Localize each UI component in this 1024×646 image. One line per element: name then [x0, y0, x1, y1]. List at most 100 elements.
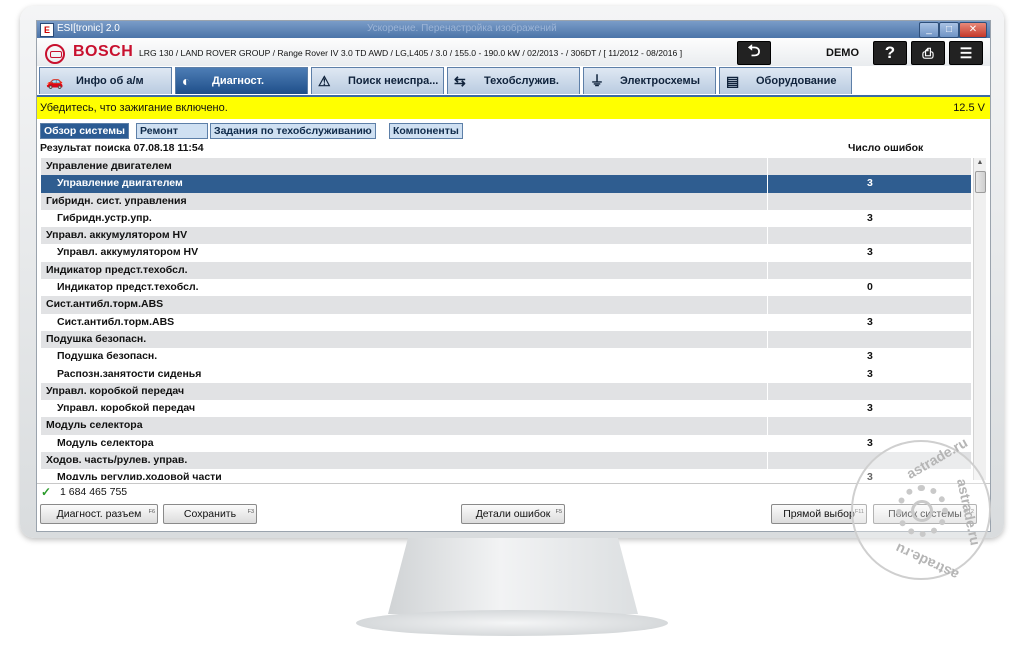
app-header: BOSCH LRG 130 / LAND ROVER GROUP / Range… — [37, 38, 990, 67]
system-group-row[interactable]: Подушка безопасн. — [41, 330, 971, 349]
tab-label: Электросхемы — [620, 75, 701, 87]
system-name: Управл. коробкой передач — [57, 402, 196, 415]
minimize-button[interactable]: _ — [919, 22, 939, 38]
system-row[interactable]: Управление двигателем 3 — [41, 175, 971, 193]
system-name: Модуль селектора — [57, 436, 154, 449]
subtab-service-tasks[interactable]: Задания по техобслуживанию — [210, 123, 376, 139]
column-divider — [767, 175, 768, 193]
column-divider — [767, 209, 768, 228]
brand-name: BOSCH — [73, 43, 134, 60]
column-divider — [767, 365, 768, 383]
system-row[interactable]: Управл. коробкой передач 3 — [41, 400, 971, 418]
system-row[interactable]: Распозн.занятости сиденья 3 — [41, 365, 971, 383]
back-arrow-icon: ⮌ — [747, 43, 761, 60]
tab-label: Инфо об а/м — [76, 75, 144, 87]
system-row[interactable]: Сист.антибл.торм.ABS 3 — [41, 313, 971, 331]
sub-tabs: Обзор системы Ремонт Задания по техобслу… — [37, 119, 990, 141]
error-count: 3 — [867, 402, 873, 415]
app-icon: E — [40, 23, 54, 37]
tab-equipment[interactable]: ▤ Оборудование — [719, 67, 852, 94]
button-label: Диагност. разъем — [56, 508, 142, 520]
column-divider — [767, 244, 768, 262]
back-button[interactable]: ⮌ — [737, 41, 771, 65]
vehicle-identification: LRG 130 / LAND ROVER GROUP / Range Rover… — [139, 48, 683, 58]
system-row[interactable]: Гибридн.устр.упр. 3 — [41, 209, 971, 228]
system-group-row[interactable]: Управл. аккумулятором HV — [41, 227, 971, 245]
watermark-text-top: astrade.ru — [903, 434, 971, 482]
diagnostic-connector-button[interactable]: Диагност. разъем F6 — [40, 504, 158, 524]
column-divider — [767, 434, 768, 453]
system-name: Сист.антибл.торм.ABS — [46, 298, 164, 311]
app-window: E ESI[tronic] 2.0 Ускорение. Перенастрой… — [36, 20, 991, 532]
demo-label: DEMO — [826, 47, 859, 59]
tab-label: Поиск неиспра... — [348, 75, 439, 87]
column-divider — [767, 382, 768, 401]
error-count: 3 — [867, 367, 873, 380]
system-name: Управление двигателем — [57, 177, 183, 190]
system-row[interactable]: Модуль селектора 3 — [41, 434, 971, 453]
fault-details-button[interactable]: Детали ошибок F5 — [461, 504, 565, 524]
system-name: Сист.антибл.торм.ABS — [57, 315, 175, 328]
menu-button[interactable]: ☰ — [949, 41, 983, 65]
service-icon: ⇆ — [454, 73, 466, 89]
error-count: 0 — [867, 281, 873, 294]
system-group-row[interactable]: Модуль селектора — [41, 417, 971, 435]
tab-service[interactable]: ⇆ Техобслужив. — [447, 67, 580, 94]
search-result-label: Результат поиска 07.08.18 11:54 — [40, 142, 204, 154]
subtab-components[interactable]: Компоненты — [389, 123, 463, 139]
button-label: Прямой выбор — [783, 508, 855, 520]
printer-icon: ⎙ — [922, 45, 934, 61]
system-row[interactable]: Подушка безопасн. 3 — [41, 348, 971, 366]
system-name: Управл. аккумулятором HV — [57, 246, 199, 259]
help-button[interactable]: ? — [873, 41, 907, 65]
monitor-base — [356, 610, 668, 636]
system-group-row[interactable]: Гибридн. сист. управления — [41, 192, 971, 210]
system-group-row[interactable]: Ходов. часть/рулев. управ. — [41, 452, 971, 470]
help-icon: ? — [884, 43, 896, 62]
print-button[interactable]: ⎙ — [911, 41, 945, 65]
window-title-ghost: Ускорение. Перенастройка изображений — [367, 23, 557, 34]
column-divider — [767, 400, 768, 418]
save-button[interactable]: Сохранить F3 — [163, 504, 257, 524]
tab-vehicle-info[interactable]: 🚗 Инфо об а/м — [39, 67, 172, 94]
scroll-up-icon[interactable]: ▲ — [975, 159, 985, 168]
close-button[interactable]: ✕ — [959, 22, 987, 38]
tab-label: Техобслужив. — [484, 75, 559, 87]
system-row[interactable]: Индикатор предст.техобсл. 0 — [41, 279, 971, 297]
bosch-logo-icon — [45, 44, 65, 64]
column-divider — [767, 279, 768, 297]
scroll-thumb[interactable] — [975, 171, 986, 193]
ignition-warning-text: Убедитесь, что зажигание включено. — [40, 102, 228, 114]
car-info-icon: 🚗 — [46, 73, 64, 89]
system-row[interactable]: Управл. аккумулятором HV 3 — [41, 244, 971, 262]
function-key-hint: F3 — [247, 509, 254, 515]
tab-label: Диагност. — [212, 75, 265, 87]
tab-fault-search[interactable]: ⚠ Поиск неиспра... — [311, 67, 444, 94]
system-group-row[interactable]: Индикатор предст.техобсл. — [41, 261, 971, 280]
tab-diagnostics[interactable]: ◐ Диагност. — [175, 67, 308, 94]
system-name: Ходов. часть/рулев. управ. — [46, 454, 188, 467]
diagnostics-icon: ◐ — [182, 73, 191, 89]
subtab-repair[interactable]: Ремонт — [136, 123, 208, 139]
function-key-hint: F6 — [148, 509, 155, 515]
column-divider — [767, 452, 768, 470]
system-group-row[interactable]: Сист.антибл.торм.ABS — [41, 296, 971, 314]
list-scrollbar[interactable]: ▲ — [973, 158, 986, 480]
system-group-row[interactable]: Управл. коробкой передач — [41, 382, 971, 401]
check-icon: ✓ — [41, 485, 52, 499]
main-tabs: 🚗 Инфо об а/м ◐ Диагност. ⚠ Поиск неиспр… — [37, 66, 990, 96]
ignition-warning-bar: Убедитесь, что зажигание включено. 12.5 … — [37, 97, 990, 120]
tab-wiring-diagrams[interactable]: ⏚ Электросхемы — [583, 67, 716, 94]
column-divider — [767, 469, 768, 480]
system-name: Распозн.занятости сиденья — [57, 367, 202, 380]
system-row[interactable]: Модуль регулир.ходовой части 3 — [41, 469, 971, 480]
column-divider — [767, 296, 768, 314]
equipment-book-icon: ▤ — [726, 73, 740, 89]
system-name: Подушка безопасн. — [57, 350, 158, 363]
button-label: Детали ошибок — [475, 508, 551, 520]
title-bar: E ESI[tronic] 2.0 Ускорение. Перенастрой… — [37, 21, 990, 38]
error-count: 3 — [867, 436, 873, 449]
maximize-button[interactable]: □ — [939, 22, 959, 38]
system-group-row[interactable]: Управление двигателем — [41, 158, 971, 176]
subtab-system-overview[interactable]: Обзор системы — [40, 123, 129, 139]
